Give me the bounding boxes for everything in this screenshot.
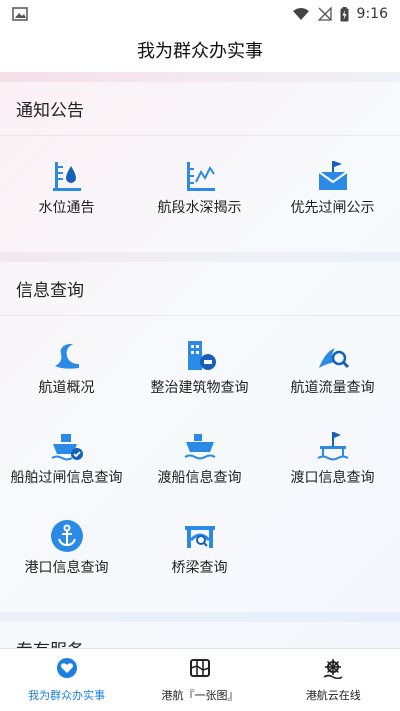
water-level-icon (49, 158, 85, 194)
item-label: 航道流量查询 (290, 380, 375, 396)
tab-cloud-online[interactable]: 港航云在线 (267, 649, 400, 711)
section-title-info-query: 信息查询 (0, 262, 400, 316)
item-depth-disclosure[interactable]: 航段水深揭示 (133, 158, 266, 217)
dock-icon (315, 428, 351, 464)
item-label: 渡口信息查询 (290, 470, 375, 486)
tab-one-map[interactable]: 港航『一张图』 (133, 649, 266, 711)
item-label: 港口信息查询 (24, 560, 109, 576)
channel-icon (49, 338, 85, 374)
page-header: 我为群众办实事 (0, 28, 400, 72)
item-channel-flow[interactable]: 航道流量查询 (266, 338, 399, 397)
section-notices: 通知公告 水位通告 航段水深揭示 优先过闸公示 (0, 82, 400, 252)
building-icon (182, 338, 218, 374)
tab-label: 港航『一张图』 (161, 689, 239, 702)
item-label: 水位通告 (38, 200, 95, 216)
section-title-exclusive-services: 专有服务 (0, 622, 400, 648)
no-signal-icon (317, 7, 332, 21)
wifi-icon (292, 8, 309, 20)
item-label: 桥梁查询 (171, 560, 228, 576)
section-info-query: 信息查询 航道概况 整治建筑物查询 航道流量查询 船舶过闸信息查询 渡船信息查询… (0, 262, 400, 612)
item-dock-info[interactable]: 渡口信息查询 (266, 428, 399, 487)
item-port-info[interactable]: 港口信息查询 (0, 518, 133, 577)
tab-label: 港航云在线 (305, 689, 361, 702)
helm-icon (322, 657, 344, 683)
map-icon (189, 657, 211, 683)
tab-label: 我为群众办实事 (28, 689, 106, 702)
anchor-icon (49, 518, 85, 554)
ferry-icon (182, 428, 218, 464)
item-ferry-info[interactable]: 渡船信息查询 (133, 428, 266, 487)
item-bridge-query[interactable]: 桥梁查询 (133, 518, 266, 577)
item-label: 航段水深揭示 (157, 200, 242, 216)
item-label: 渡船信息查询 (157, 470, 242, 486)
item-label: 优先过闸公示 (290, 200, 375, 216)
depth-chart-icon (182, 158, 218, 194)
item-label: 航道概况 (38, 380, 95, 396)
status-bar: 9:16 (0, 0, 400, 28)
item-water-level[interactable]: 水位通告 (0, 158, 133, 217)
section-title-notices: 通知公告 (0, 82, 400, 136)
section-exclusive-services: 专有服务 (0, 622, 400, 648)
page-title: 我为群众办实事 (137, 41, 263, 62)
item-ship-lock-info[interactable]: 船舶过闸信息查询 (0, 428, 133, 487)
lock-flag-icon (315, 158, 351, 194)
item-label: 整治建筑物查询 (150, 380, 249, 396)
bottom-tab-bar: 我为群众办实事 港航『一张图』 港航云在线 (0, 648, 400, 711)
clock-text: 9:16 (356, 6, 388, 22)
item-regulation-structure[interactable]: 整治建筑物查询 (133, 338, 266, 397)
image-notification-icon (12, 7, 28, 21)
battery-charging-icon (340, 6, 349, 21)
bridge-icon (182, 518, 218, 554)
tab-serve-people[interactable]: 我为群众办实事 (0, 649, 133, 711)
heart-hands-icon (56, 657, 78, 683)
ship-icon (49, 428, 85, 464)
flow-icon (315, 338, 351, 374)
content-area[interactable]: 通知公告 水位通告 航段水深揭示 优先过闸公示 信息查询 航道概况 整治建筑物查… (0, 72, 400, 648)
item-channel-overview[interactable]: 航道概况 (0, 338, 133, 397)
item-label: 船舶过闸信息查询 (10, 470, 123, 486)
item-priority-lock[interactable]: 优先过闸公示 (266, 158, 399, 217)
